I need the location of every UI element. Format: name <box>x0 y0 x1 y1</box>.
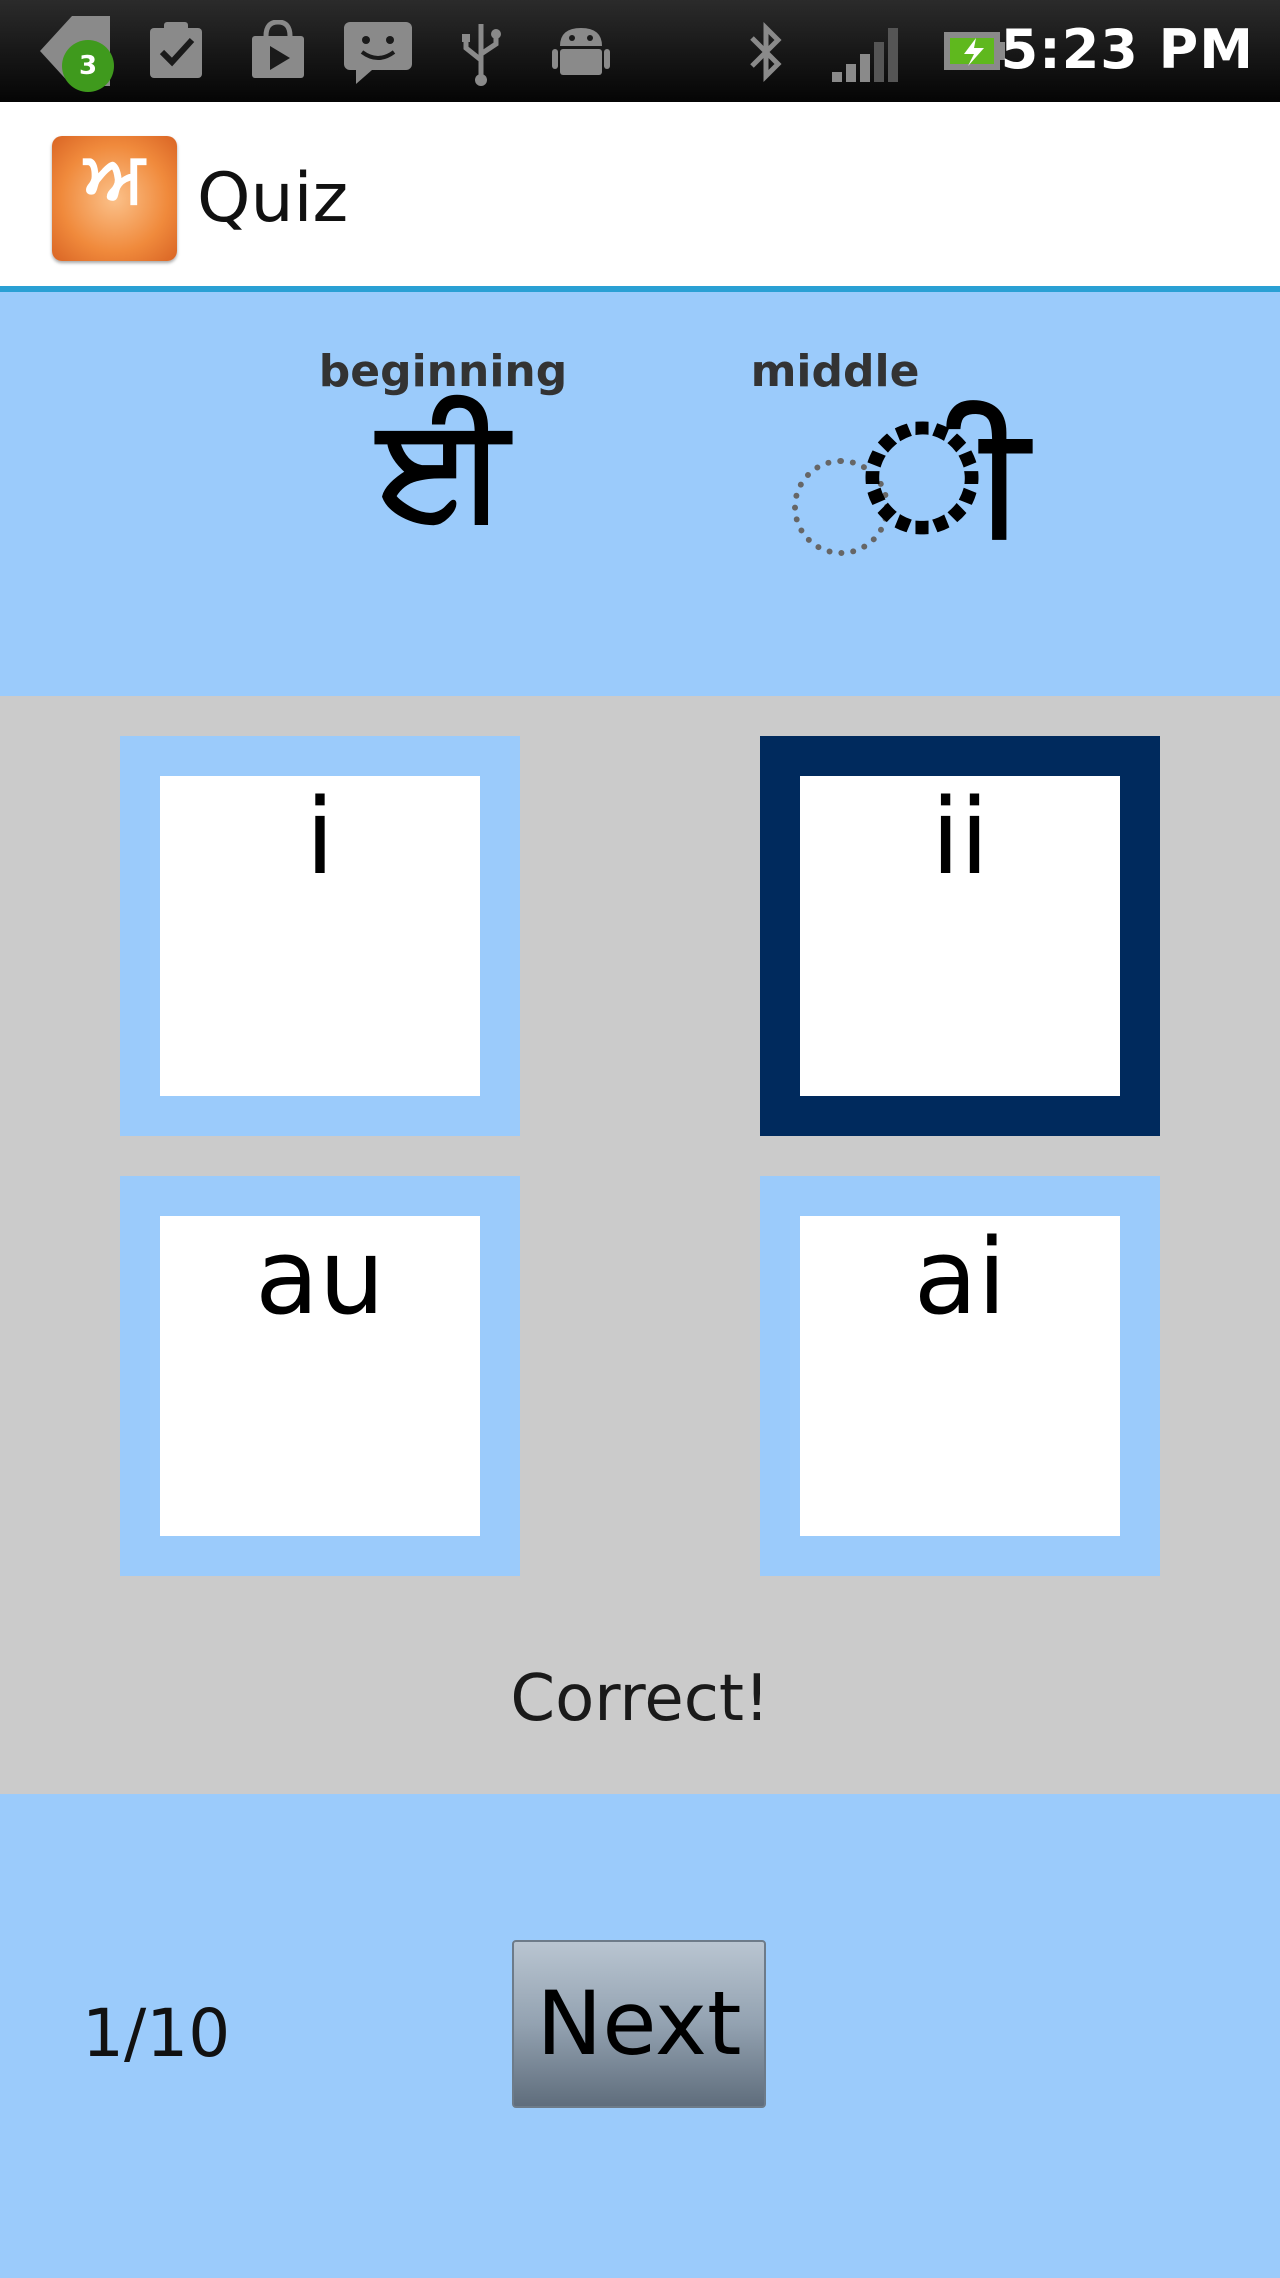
page-title: Quiz <box>197 159 349 238</box>
shopping-bag-icon <box>252 20 304 78</box>
option-label: i <box>305 776 335 898</box>
action-bar: ਅ Quiz <box>0 102 1280 292</box>
clipboard-check-icon <box>150 22 202 78</box>
feedback-message: Correct! <box>510 1662 770 1736</box>
clock: 5:23 PM <box>1000 18 1254 81</box>
option-ai[interactable]: ai <box>760 1176 1160 1576</box>
app-logo-glyph: ਅ <box>84 136 145 218</box>
android-icon <box>552 28 610 75</box>
question-panel <box>0 292 1280 696</box>
option-label: au <box>255 1216 385 1338</box>
battery-charging-icon <box>944 32 1005 70</box>
beginning-form: beginning ਈ <box>318 346 568 539</box>
app-logo-icon[interactable]: ਅ <box>52 136 177 261</box>
bluetooth-icon <box>750 21 782 83</box>
chat-message-icon <box>344 22 412 84</box>
option-ii[interactable]: ii <box>760 736 1160 1136</box>
option-label: ai <box>913 1216 1007 1338</box>
notification-count-badge: 3 <box>62 40 114 92</box>
middle-glyph: ੀ <box>862 392 1028 566</box>
option-au[interactable]: au <box>120 1176 520 1576</box>
question-progress: 1/10 <box>82 1995 231 2072</box>
signal-strength-icon <box>832 28 898 82</box>
middle-form: middle <box>730 346 940 397</box>
next-button[interactable]: Next <box>512 1940 766 2108</box>
beginning-glyph: ਈ <box>378 387 508 550</box>
option-i[interactable]: i <box>120 736 520 1136</box>
option-label: ii <box>931 776 989 898</box>
status-bar: 3 5:23 PM <box>0 0 1280 102</box>
usb-icon <box>462 24 501 86</box>
middle-label: middle <box>750 346 920 397</box>
